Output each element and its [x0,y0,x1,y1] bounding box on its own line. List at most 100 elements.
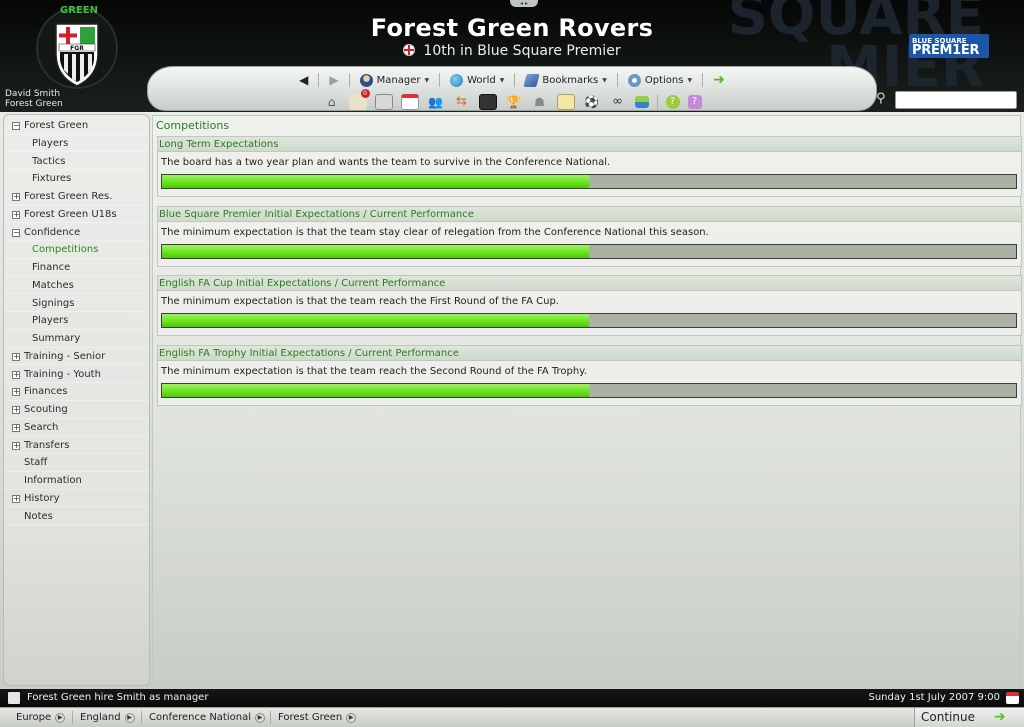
continue-button[interactable]: Continue ➜ [914,708,1024,727]
options-menu[interactable]: Options ▼ [624,73,696,87]
sidebar-item-forest-green-u18s[interactable]: + Forest Green U18s [4,206,149,224]
forward-arrow-icon[interactable]: ▶ [325,73,342,87]
menu-row: ◀ ▶ Manager ▼ World ▼ Bookmarks ▼ Options ▼ [148,70,876,90]
bookmarks-menu[interactable]: Bookmarks ▼ [521,73,611,87]
sidebar-item-label: Transfers [24,439,70,451]
sidebar-item-history[interactable]: + History [4,490,149,508]
sidebar-item-matches[interactable]: Matches [4,277,149,295]
club-status-text: 10th in Blue Square Premier [423,43,621,59]
league-logo-line2: PREM1ER [912,43,980,58]
expand-icon[interactable]: + [12,441,20,450]
league-logo[interactable]: BLUE SQUARE PREM1ER [909,34,989,58]
staff-icon[interactable]: ☗ [531,94,549,110]
sidebar-item-label: History [24,492,60,504]
expand-icon[interactable]: + [12,370,20,379]
question-icon[interactable]: ? [687,95,702,109]
transfers-icon[interactable]: ⇆ [453,94,471,110]
sidebar-item-label: Fixtures [32,173,72,185]
world-menu[interactable]: World ▼ [446,73,508,87]
club-crest-logo[interactable]: FGR [26,4,128,92]
sidebar-item-transfers[interactable]: + Transfers [4,437,149,455]
chevron-right-icon[interactable]: ▶ [55,712,66,723]
news-headline[interactable]: Forest Green hire Smith as manager [27,689,208,707]
divider [318,73,320,87]
breadcrumb-forest-green[interactable]: Forest Green ▶ [278,708,357,727]
trophy-icon[interactable]: 🏆 [505,94,523,110]
sidebar-item-forest-green[interactable]: − Forest Green [4,117,149,135]
calendar-icon[interactable] [400,94,419,110]
manager-name: David Smith [5,89,61,99]
sidebar-item-confidence[interactable]: − Confidence [4,224,149,242]
progress-bar [161,244,1017,259]
expand-icon[interactable]: + [12,423,20,432]
sidebar-item-staff[interactable]: Staff [4,454,149,472]
sidebar-item-information[interactable]: Information [4,472,149,490]
notes-icon[interactable] [556,94,575,110]
sidebar-item-tactics[interactable]: Tactics [4,153,149,171]
manager-club: Forest Green [5,99,63,109]
help-icon[interactable]: ? [665,95,680,109]
inbox-icon[interactable]: 0 [348,89,370,110]
sidebar-item-forest-green-res[interactable]: + Forest Green Res. [4,188,149,206]
search-icon[interactable]: ⚲ [876,92,892,106]
manager-menu[interactable]: Manager ▼ [356,73,433,87]
expand-icon[interactable]: + [12,193,20,201]
chevron-down-icon: ▼ [602,76,607,84]
current-date: Sunday 1st July 2007 9:00 [868,692,1000,703]
expand-icon[interactable]: + [12,494,20,503]
news-icon[interactable] [8,692,20,704]
sidebar-item-players[interactable]: Players [4,312,149,330]
calendar-icon[interactable] [1006,692,1019,704]
chevron-right-icon[interactable]: ▶ [124,712,135,723]
content-area: Competitions Long Term Expectations The … [152,115,1022,686]
quick-icon-row: ⌂ 0 👥 ⇆ 🏆 ☗ ⚽ ∞ ? ? [148,89,876,112]
home-icon[interactable]: ⌂ [323,94,341,110]
news-icon[interactable] [374,94,393,110]
england-flag-icon [403,44,416,56]
sidebar-item-finances[interactable]: + Finances [4,383,149,401]
panel-heading: English FA Trophy Initial Expectations /… [158,346,1021,361]
expand-icon[interactable]: + [12,352,20,361]
sidebar-item-competitions[interactable]: Competitions [4,241,149,259]
collapse-icon[interactable]: − [12,228,20,237]
sidebar-item-scouting[interactable]: + Scouting [4,401,149,419]
breadcrumb-england[interactable]: England ▶ [80,708,135,727]
sidebar-item-fixtures[interactable]: Fixtures [4,170,149,188]
sidebar-item-summary[interactable]: Summary [4,330,149,348]
panel-heading: Long Term Expectations [158,137,1021,152]
back-arrow-icon[interactable]: ◀ [295,73,312,87]
sidebar-item-finance[interactable]: Finance [4,259,149,277]
world-menu-label: World [467,74,496,86]
progress-bar-fill [162,384,589,397]
sidebar-item-notes[interactable]: Notes [4,508,149,526]
finances-icon[interactable] [634,96,649,108]
sidebar-item-label: Search [24,421,59,433]
collapse-handle[interactable]: ◂ ▸ [510,0,538,7]
squad-icon[interactable]: 👥 [427,94,445,110]
green-arrow-icon[interactable]: ➜ [709,72,729,88]
search-input[interactable] [895,91,1017,109]
sidebar-item-label: Training - Youth [24,368,101,380]
sidebar-item-players[interactable]: Players [4,135,149,153]
progress-bar-fill [162,314,589,327]
chevron-right-icon[interactable]: ▶ [255,712,265,723]
sidebar-item-signings[interactable]: Signings [4,295,149,313]
panel-heading: Blue Square Premier Initial Expectations… [158,207,1021,222]
scouting-icon[interactable]: ∞ [609,94,627,110]
sidebar-item-search[interactable]: + Search [4,419,149,437]
expectation-panel: Long Term Expectations The board has a t… [157,136,1022,197]
sidebar-item-training-youth[interactable]: + Training - Youth [4,366,149,384]
match-icon[interactable]: ⚽ [583,94,601,110]
sidebar-item-label: Forest Green [24,120,89,131]
chevron-right-icon[interactable]: ▶ [346,712,357,723]
sidebar-item-label: Summary [32,333,81,344]
sidebar-item-label: Notes [24,510,53,522]
sidebar-item-training-senior[interactable]: + Training - Senior [4,348,149,366]
expand-icon[interactable]: + [12,406,20,414]
collapse-icon[interactable]: − [12,122,20,130]
breadcrumb-europe[interactable]: Europe ▶ [16,708,66,727]
breadcrumb-conference-national[interactable]: Conference National ▶ [149,708,265,727]
tactics-board-icon[interactable] [478,94,497,110]
expand-icon[interactable]: + [12,210,20,219]
expand-icon[interactable]: + [12,388,20,397]
